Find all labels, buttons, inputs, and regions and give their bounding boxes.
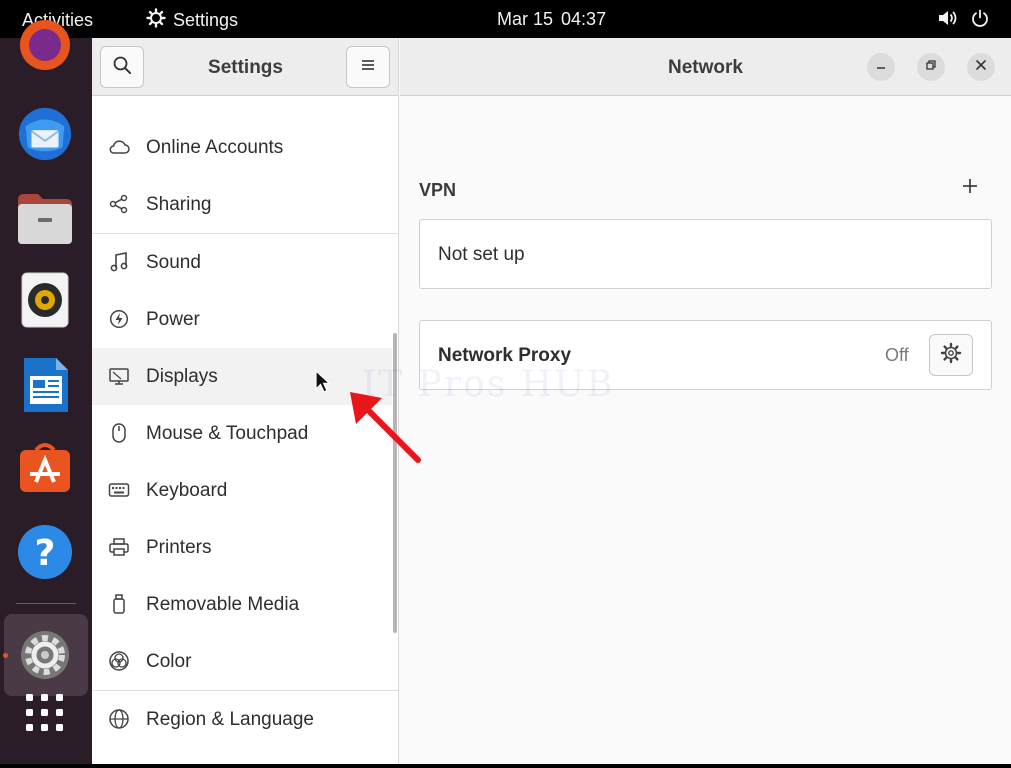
main-menu-button[interactable] [346,46,390,88]
sidebar-item-label: Color [146,651,192,672]
maximize-button[interactable] [917,53,945,81]
clock-time: 04:37 [561,9,607,29]
settings-gear-icon [146,8,166,33]
network-proxy-status: Off [885,345,909,365]
show-apps-grid-icon[interactable] [16,684,74,742]
files-dock-icon[interactable] [16,190,74,248]
vpn-card: Not set up [419,219,992,289]
vpn-heading: VPN [419,180,457,200]
keyboard-icon [108,479,130,501]
proxy-settings-button[interactable] [929,334,973,376]
sidebar-item-printers[interactable]: Printers [92,519,392,576]
dock-separator [16,603,76,604]
hamburger-menu-icon [360,58,376,77]
sidebar-item-keyboard[interactable]: Keyboard [92,462,392,519]
help-dock-icon[interactable]: ? [16,523,74,581]
mouse-icon [108,422,130,444]
sidebar-item-label: Removable Media [146,594,300,615]
app-menu-label: Settings [173,10,239,30]
libreoffice-writer-dock-icon[interactable] [16,356,74,414]
gear-icon [940,342,962,369]
sidebar-item-label: Mouse & Touchpad [146,423,309,444]
sidebar-item-label: Sound [146,252,201,273]
window-bottom-edge [0,764,1011,768]
rhythmbox-dock-icon[interactable] [16,271,74,329]
color-icon [108,650,130,672]
sidebar-item-sharing[interactable]: Sharing [92,176,392,233]
share-icon [108,193,130,215]
thunderbird-dock-icon[interactable] [16,105,74,163]
minimize-icon [875,58,887,76]
music-note-icon [108,251,130,273]
vpn-status-text: Not set up [438,244,525,265]
running-indicator [3,653,8,658]
sidebar-item-removable-media[interactable]: Removable Media [92,576,392,633]
removable-media-icon [108,593,130,615]
sidebar-item-online-accounts[interactable]: Online Accounts [92,119,392,176]
add-vpn-button[interactable] [958,176,982,200]
close-button[interactable] [967,53,995,81]
clock[interactable]: Mar 15 04:37 [497,9,606,30]
plus-icon [962,178,978,199]
sidebar-item-mouse-touchpad[interactable]: Mouse & Touchpad [92,405,392,462]
sidebar-item-power[interactable]: Power [92,291,392,348]
sidebar-item-label: Printers [146,537,212,558]
restore-icon [925,58,937,76]
settings-dock-icon[interactable] [16,626,74,684]
app-menu[interactable]: Settings [146,8,238,33]
sidebar-item-region-language[interactable]: Region & Language [92,691,392,748]
sidebar-item-label: Displays [146,366,218,387]
cloud-icon [108,136,130,158]
printer-icon [108,536,130,558]
sidebar-item-label: Region & Language [146,709,314,730]
globe-icon [108,708,130,730]
close-icon [975,58,987,76]
sidebar-header: Settings [92,38,398,96]
sidebar-item-label: Keyboard [146,480,228,501]
app-center-dock-icon[interactable] [16,438,74,496]
power-bolt-icon [108,308,130,330]
sidebar-item-color[interactable]: Color [92,633,392,690]
system-tray[interactable] [937,9,989,32]
mouse-pointer-icon [315,369,332,399]
display-icon [108,365,130,387]
sidebar-item-displays[interactable]: Displays [92,348,392,405]
red-annotation-arrow [348,390,424,471]
firefox-dock-icon[interactable] [16,16,74,74]
volume-icon[interactable] [937,9,957,32]
sidebar-item-label: Power [146,309,200,330]
power-icon[interactable] [971,9,989,32]
content-header: Network [400,38,1011,96]
sidebar-item-sound[interactable]: Sound [92,234,392,291]
clock-date: Mar 15 [497,9,554,29]
sidebar-item-label: Online Accounts [146,137,284,158]
dock: ? [0,20,92,768]
scrolled-edge [92,96,398,97]
svg-text:?: ? [35,533,56,574]
sidebar-item-label: Sharing [146,194,212,215]
minimize-button[interactable] [867,53,895,81]
top-bar: Activities Settings Mar 15 04:37 [0,0,1011,38]
